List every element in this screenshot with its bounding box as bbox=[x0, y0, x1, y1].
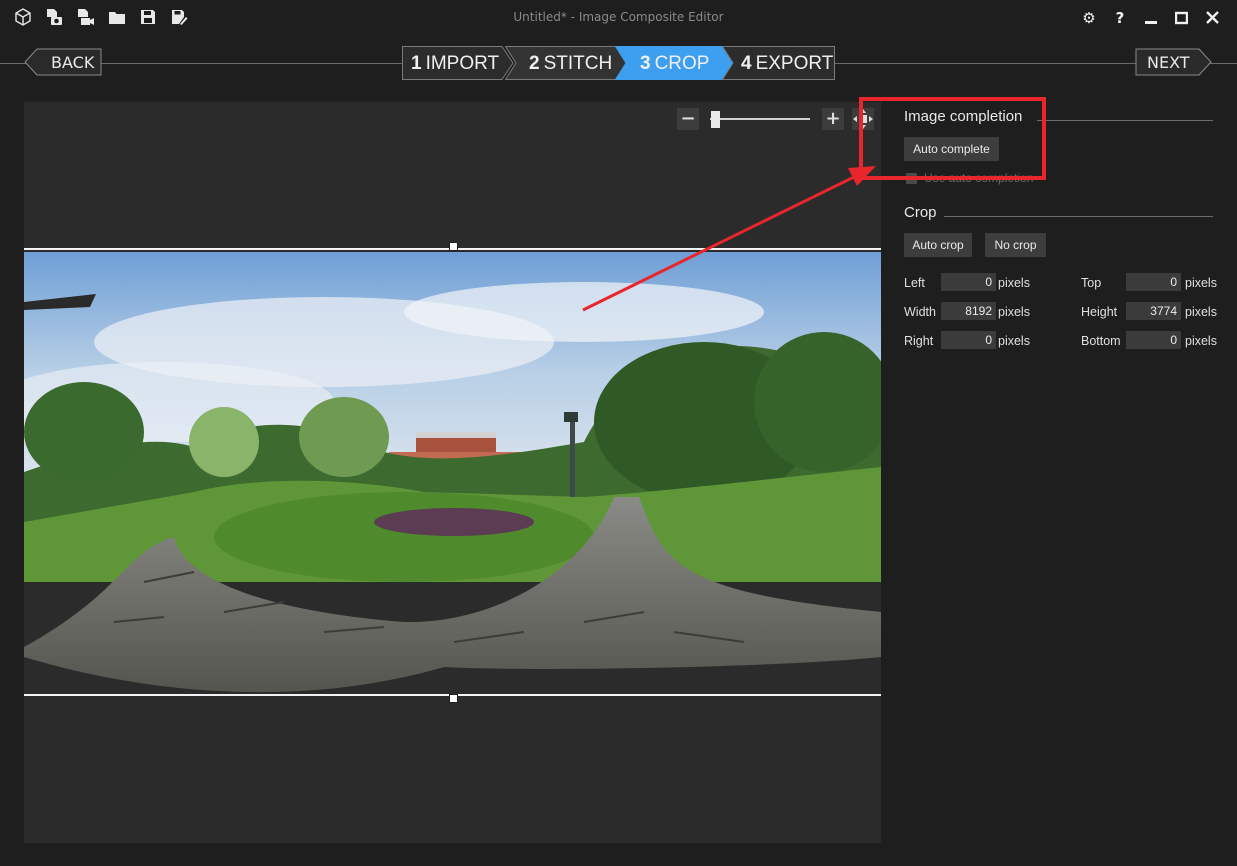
tab-stitch-number: 2 bbox=[529, 53, 540, 74]
section-rule bbox=[1037, 120, 1213, 121]
tab-crop[interactable]: 3 CROP bbox=[615, 46, 735, 80]
tab-import[interactable]: 1 IMPORT bbox=[402, 46, 514, 80]
back-button-label: BACK bbox=[51, 53, 95, 72]
tab-stitch-label: STITCH bbox=[543, 53, 613, 74]
step-tabs: 1 IMPORT 2 STITCH 3 CROP 4 EXPORT bbox=[402, 46, 835, 80]
help-icon[interactable]: ? bbox=[1109, 8, 1131, 28]
window-title: Untitled* - Image Composite Editor bbox=[513, 10, 724, 24]
maximize-icon bbox=[1174, 11, 1188, 25]
title-bar: Untitled* - Image Composite Editor ⚙ ? bbox=[0, 0, 1237, 36]
auto-crop-button[interactable]: Auto crop bbox=[904, 233, 972, 257]
preview-canvas[interactable]: − + bbox=[24, 102, 881, 843]
zoom-in-button[interactable]: + bbox=[822, 108, 844, 130]
bottom-unit: pixels bbox=[1185, 334, 1217, 348]
height-field[interactable]: 3774 bbox=[1126, 302, 1181, 320]
close-icon bbox=[1205, 11, 1219, 24]
width-field[interactable]: 8192 bbox=[941, 302, 996, 320]
right-field[interactable]: 0 bbox=[941, 331, 996, 349]
nav-divider bbox=[101, 63, 403, 64]
right-label: Right bbox=[904, 334, 934, 348]
zoom-out-button[interactable]: − bbox=[677, 108, 699, 130]
tab-export[interactable]: 4 EXPORT bbox=[722, 46, 835, 80]
top-unit: pixels bbox=[1185, 276, 1217, 290]
tab-crop-number: 3 bbox=[640, 53, 651, 74]
nav-divider bbox=[0, 63, 26, 64]
back-button[interactable]: BACK bbox=[24, 48, 102, 76]
next-button-label: NEXT bbox=[1147, 53, 1190, 72]
wizard-navigation: BACK 1 IMPORT 2 STITCH 3 CROP 4 EXPORT NEXT bbox=[0, 44, 1237, 82]
panorama-image bbox=[24, 252, 881, 697]
left-label: Left bbox=[904, 276, 925, 290]
bottom-field[interactable]: 0 bbox=[1126, 331, 1181, 349]
close-button[interactable] bbox=[1201, 8, 1223, 28]
top-label: Top bbox=[1081, 276, 1102, 290]
settings-icon[interactable]: ⚙ bbox=[1078, 8, 1100, 28]
bottom-label: Bottom bbox=[1081, 334, 1121, 348]
no-crop-button[interactable]: No crop bbox=[985, 233, 1046, 257]
tab-export-label: EXPORT bbox=[755, 53, 834, 74]
minimize-button[interactable] bbox=[1140, 8, 1162, 28]
right-unit: pixels bbox=[998, 334, 1030, 348]
width-unit: pixels bbox=[998, 305, 1030, 319]
next-button[interactable]: NEXT bbox=[1135, 48, 1212, 76]
nav-divider bbox=[834, 63, 1136, 64]
crop-title: Crop bbox=[904, 204, 937, 221]
nav-divider bbox=[1210, 63, 1237, 64]
tab-export-number: 4 bbox=[741, 53, 752, 74]
section-rule bbox=[944, 216, 1213, 217]
height-label: Height bbox=[1081, 305, 1118, 319]
left-unit: pixels bbox=[998, 276, 1030, 290]
zoom-controls: − + bbox=[674, 106, 879, 132]
left-field[interactable]: 0 bbox=[941, 273, 996, 291]
height-unit: pixels bbox=[1185, 305, 1217, 319]
crop-handle-bottom[interactable] bbox=[449, 694, 458, 703]
minimize-icon bbox=[1145, 21, 1157, 24]
width-label: Width bbox=[904, 305, 936, 319]
tab-crop-label: CROP bbox=[654, 53, 710, 74]
tab-import-number: 1 bbox=[411, 53, 422, 74]
top-field[interactable]: 0 bbox=[1126, 273, 1181, 291]
annotation-highlight-box bbox=[859, 97, 1046, 180]
crop-handle-top[interactable] bbox=[449, 242, 458, 251]
maximize-button[interactable] bbox=[1170, 8, 1192, 28]
tab-import-label: IMPORT bbox=[425, 53, 500, 74]
zoom-slider[interactable] bbox=[710, 118, 810, 120]
tab-stitch[interactable]: 2 STITCH bbox=[505, 46, 629, 80]
zoom-slider-thumb[interactable] bbox=[711, 111, 720, 128]
